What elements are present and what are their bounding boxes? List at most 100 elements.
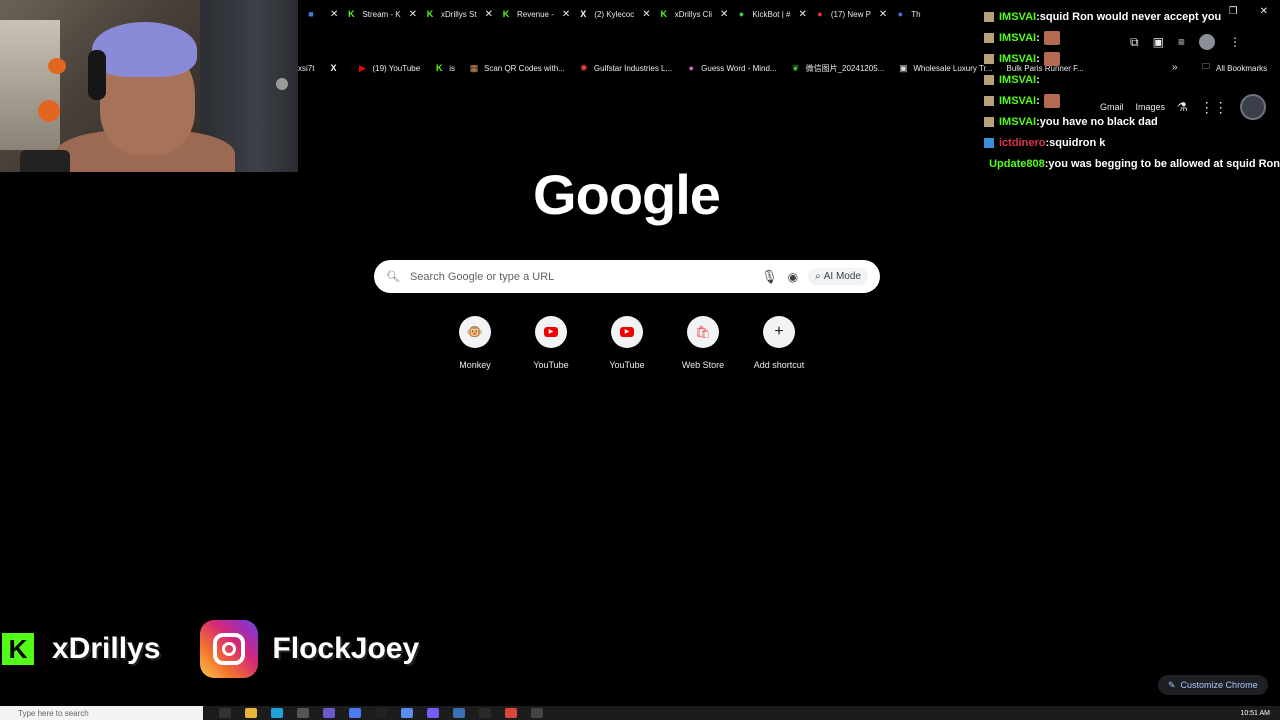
lens-icon[interactable]: ◉: [788, 270, 798, 284]
search-input[interactable]: [407, 269, 752, 284]
close-icon[interactable]: ✕: [562, 9, 570, 20]
bookmark-item[interactable]: ▣ Wholesale Luxury Tr...: [898, 63, 992, 73]
bookmark-label: is: [449, 63, 455, 73]
browser-tab[interactable]: ■ ✕: [298, 0, 338, 28]
shortcuts-row: 🐵 Monkey ▶ YouTube ▶ YouTube 🛍︎ Web Stor…: [437, 316, 817, 370]
browser-tab[interactable]: K Stream - K ✕: [338, 0, 417, 28]
tab-title: xDrillys Cli: [674, 9, 713, 19]
app-icon[interactable]: [375, 708, 387, 718]
shortcut-tile[interactable]: ▶ YouTube: [513, 316, 589, 370]
badge-icon: [984, 116, 994, 127]
close-icon[interactable]: ✕: [720, 9, 728, 20]
stream-chat-overlay: IMSVAI : squid Ron would never accept yo…: [984, 6, 1280, 174]
badge-icon: [984, 95, 994, 106]
app-icon[interactable]: [453, 708, 465, 718]
close-icon[interactable]: ✕: [409, 9, 417, 20]
chat-separator: :: [1036, 94, 1040, 107]
chat-message: IMSVAI : you have no black dad: [984, 111, 1280, 132]
bookmark-item[interactable]: Kis: [434, 63, 455, 73]
obs-icon[interactable]: [531, 708, 543, 718]
close-icon[interactable]: ✕: [799, 9, 807, 20]
discord-icon[interactable]: [427, 708, 439, 718]
app-icon[interactable]: [323, 708, 335, 718]
task-view-icon[interactable]: [219, 708, 231, 718]
taskbar-search[interactable]: Type here to search: [0, 706, 203, 720]
taskbar-clock: 10:51 AM: [1240, 709, 1270, 717]
pencil-icon: ✎: [1168, 679, 1176, 690]
leaf-icon: ❦: [791, 63, 800, 73]
chat-message: IMSVAI :: [984, 90, 1280, 111]
bookmark-label: Guess Word - Mind...: [701, 63, 777, 73]
doorknob: [276, 78, 288, 90]
bookmark-item[interactable]: ✺ Gulfstar Industries L...: [579, 63, 672, 73]
bookmark-item[interactable]: ● Guess Word - Mind...: [686, 63, 776, 73]
badge-icon: [984, 137, 994, 148]
bookmark-label: Wholesale Luxury Tr...: [913, 63, 993, 73]
emote-icon: [1043, 30, 1060, 45]
chat-username: IMSVAI: [999, 52, 1037, 65]
badge-icon: [984, 32, 994, 43]
circle-icon: ●: [688, 63, 694, 73]
chat-username: IMSVAI: [999, 10, 1037, 23]
shortcut-tile[interactable]: ▶ YouTube: [589, 316, 665, 370]
search-box[interactable]: 🔍︎ 🎙︎ ◉ ⌕ AI Mode: [374, 260, 880, 293]
shortcut-tile[interactable]: 🛍︎ Web Store: [665, 316, 741, 370]
app-icon[interactable]: [479, 708, 491, 718]
browser-tab[interactable]: ● (17) New P ✕: [807, 0, 887, 28]
x-icon: X: [580, 9, 587, 19]
sparkle-search-icon: ⌕: [815, 271, 821, 282]
shelf-decor: [0, 20, 60, 150]
close-icon[interactable]: ✕: [330, 9, 338, 20]
browser-tab[interactable]: K Revenue - ✕: [493, 0, 571, 28]
chat-username: Update808: [989, 157, 1045, 170]
kick-icon: K: [435, 63, 443, 73]
chat-separator: :: [1036, 31, 1040, 44]
red-icon: ●: [817, 9, 823, 19]
emote-icon: [1043, 51, 1060, 66]
kick-icon: K: [660, 9, 667, 19]
bookmark-label: 微信图片_20241205...: [805, 63, 885, 73]
bookmark-item[interactable]: ❦ 微信图片_20241205...: [791, 63, 885, 74]
blue-circle-icon: ●: [897, 9, 904, 19]
customize-chrome-button[interactable]: ✎ Customize Chrome: [1158, 675, 1268, 695]
shower-cap: [92, 22, 197, 77]
app-icon[interactable]: [401, 708, 413, 718]
qr-icon: ▦: [469, 63, 479, 73]
bookmark-item[interactable]: ▶ (19) YouTube: [357, 63, 420, 73]
bookmark-item[interactable]: xsi7t: [298, 64, 314, 73]
streamer-socials: K xDrillys FlockJoey: [0, 620, 419, 678]
app-icon[interactable]: [297, 708, 309, 718]
chat-text: squid Ron would never accept you: [1039, 10, 1222, 23]
instagram-username: FlockJoey: [272, 632, 420, 665]
browser-tab[interactable]: KxDrillys Cli ✕: [651, 0, 728, 28]
customize-chrome-label: Customize Chrome: [1180, 680, 1258, 690]
tab-title: KickBot | #: [752, 9, 791, 19]
gear-icon: ✺: [580, 63, 588, 73]
browser-tab[interactable]: KxDrillys St ✕: [417, 0, 493, 28]
edge-icon[interactable]: [271, 708, 283, 718]
kick-icon: K: [348, 9, 355, 19]
chat-message: IMSVAI : squid Ron would never accept yo…: [984, 6, 1280, 27]
close-icon[interactable]: ✕: [485, 9, 493, 20]
bookmark-label: Scan QR Codes with...: [483, 63, 565, 73]
chat-separator: :: [1036, 52, 1040, 65]
browser-tab[interactable]: ● KickBot | # ✕: [728, 0, 807, 28]
ai-mode-button[interactable]: ⌕ AI Mode: [808, 268, 868, 285]
add-shortcut-tile[interactable]: + Add shortcut: [741, 316, 817, 370]
shortcut-tile[interactable]: 🐵 Monkey: [437, 316, 513, 370]
file-explorer-icon[interactable]: [245, 708, 257, 718]
bookmark-item[interactable]: ▦ Scan QR Codes with...: [469, 63, 565, 73]
close-icon[interactable]: ✕: [879, 9, 887, 20]
chrome-icon[interactable]: [505, 708, 517, 718]
bookmark-item[interactable]: X: [328, 63, 343, 73]
bookmark-label: Gulfstar Industries L...: [593, 63, 673, 73]
close-icon[interactable]: ✕: [642, 9, 650, 20]
browser-tab[interactable]: ● Th: [887, 0, 921, 28]
tab-title: (17) New P: [830, 9, 871, 19]
bookmark-label: xsi7t: [298, 63, 315, 73]
microphone-icon[interactable]: 🎙︎: [761, 269, 778, 285]
plus-icon: +: [763, 316, 795, 348]
chat-text: you was begging to be allowed at squid R…: [1048, 157, 1280, 170]
app-icon[interactable]: [349, 708, 361, 718]
browser-tab[interactable]: X (2) Kylecoc ✕: [570, 0, 650, 28]
